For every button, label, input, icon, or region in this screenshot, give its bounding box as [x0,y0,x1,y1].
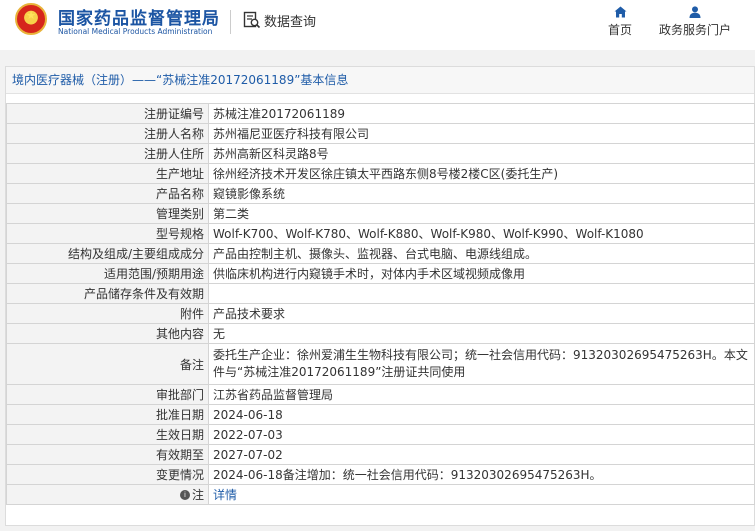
national-emblem-icon[interactable]: ★ [15,3,47,35]
row-label: 生产地址 [6,163,209,184]
row-label: 注册人名称 [6,123,209,144]
table-row: 有效期至 2027-07-02 [6,444,755,465]
table-row: 生产地址 徐州经济技术开发区徐庄镇太平西路东侧8号楼2楼C区(委托生产) [6,163,755,184]
info-icon: i [179,489,190,500]
table-row: 型号规格 Wolf-K700、Wolf-K780、Wolf-K880、Wolf-K… [6,223,755,244]
row-label: 结构及组成/主要组成成分 [6,243,209,264]
org-name-cn[interactable]: 国家药品监督管理局 [58,4,220,29]
table-row: 注册证编号 苏械注准20172061189 [6,103,755,124]
row-label: 型号规格 [6,223,209,244]
note-value-cell: 详情 [208,484,755,505]
row-label: 注册证编号 [6,103,209,124]
table-row: 审批部门 江苏省药品监督管理局 [6,384,755,405]
row-label: 注册人住所 [6,143,209,164]
table-row: 产品名称 窥镜影像系统 [6,183,755,204]
row-label: 审批部门 [6,384,209,405]
row-value: 苏械注准20172061189 [208,103,755,124]
row-label: 产品名称 [6,183,209,204]
row-value: 苏州高新区科灵路8号 [208,143,755,164]
row-value: 2024-06-18 [208,404,755,425]
nav-home[interactable]: 首页 [603,6,637,38]
detail-link[interactable]: 详情 [213,488,237,502]
note-label: i 注 [179,486,204,503]
site-header: ★ 国家药品监督管理局 National Medical Products Ad… [0,0,755,50]
row-label: 附件 [6,303,209,324]
info-table: 注册证编号 苏械注准20172061189 注册人名称 苏州福尼亚医疗科技有限公司 … [6,103,755,505]
data-query-link[interactable]: 数据查询 [243,9,316,31]
row-value: 无 [208,323,755,344]
table-row: 变更情况 2024-06-18备注增加：统一社会信用代码：913203026954… [6,464,755,485]
table-row: 适用范围/预期用途 供临床机构进行内窥镜手术时，对体内手术区域视频成像用 [6,263,755,284]
row-label: 变更情况 [6,464,209,485]
table-row: 批准日期 2024-06-18 [6,404,755,425]
table-row: 注册人住所 苏州高新区科灵路8号 [6,143,755,164]
table-row: 附件 产品技术要求 [6,303,755,324]
note-label-text: 注 [191,488,204,503]
data-query-icon [243,11,261,29]
table-row: 备注 委托生产企业：徐州爱浦生生物科技有限公司；统一社会信用代码：91320302… [6,343,755,385]
row-value: 江苏省药品监督管理局 [208,384,755,405]
data-query-label: 数据查询 [264,14,317,30]
row-label: 管理类别 [6,203,209,224]
nav-service-label: 政务服务门户 [658,23,731,37]
table-row: 其他内容无 [6,323,755,344]
row-value: 产品由控制主机、摄像头、监视器、台式电脑、电源线组成。 [208,243,755,264]
row-value [208,283,755,304]
row-label: 适用范围/预期用途 [6,263,209,284]
org-name-en[interactable]: National Medical Products Administration [58,27,212,36]
detail-panel: 境内医疗器械（注册）——“苏械注准20172061189”基本信息 注册证编号苏… [5,66,755,526]
row-value: 徐州经济技术开发区徐庄镇太平西路东侧8号楼2楼C区(委托生产) [208,163,755,184]
row-label: 生效日期 [6,424,209,445]
table-row: i 注 详情 [6,484,755,505]
row-value: 苏州福尼亚医疗科技有限公司 [208,123,755,144]
panel-title: 境内医疗器械（注册）——“苏械注准20172061189”基本信息 [6,67,754,94]
row-label: 产品储存条件及有效期 [6,283,209,304]
row-value: 第二类 [208,203,755,224]
table-row: 结构及组成/主要组成成分 产品由控制主机、摄像头、监视器、台式电脑、电源线组成。 [6,243,755,264]
row-label: 有效期至 [6,444,209,465]
table-row: 管理类别 第二类 [6,203,755,224]
table-row: 生效日期 2022-07-03 [6,424,755,445]
row-value: 2027-07-02 [208,444,755,465]
row-value: 委托生产企业：徐州爱浦生生物科技有限公司；统一社会信用代码：9132030269… [208,343,755,385]
row-value: 2024-06-18备注增加：统一社会信用代码：9132030269547526… [208,464,755,485]
row-value: 2022-07-03 [208,424,755,445]
row-label: 备注 [6,343,209,385]
note-label-cell: i 注 [6,484,209,505]
table-row: 产品储存条件及有效期 [6,283,755,304]
nav-service-portal[interactable]: 政务服务门户 [655,6,735,38]
user-icon [689,6,701,18]
row-label: 批准日期 [6,404,209,425]
row-value: 产品技术要求 [208,303,755,324]
nav-home-label: 首页 [607,23,632,37]
row-label: 其他内容 [6,323,209,344]
header-divider [230,10,231,34]
row-value: 供临床机构进行内窥镜手术时，对体内手术区域视频成像用 [208,263,755,284]
row-value: Wolf-K700、Wolf-K780、Wolf-K880、Wolf-K980、… [208,223,755,244]
row-value: 窥镜影像系统 [208,183,755,204]
home-icon [614,6,626,18]
table-row: 注册人名称 苏州福尼亚医疗科技有限公司 [6,123,755,144]
